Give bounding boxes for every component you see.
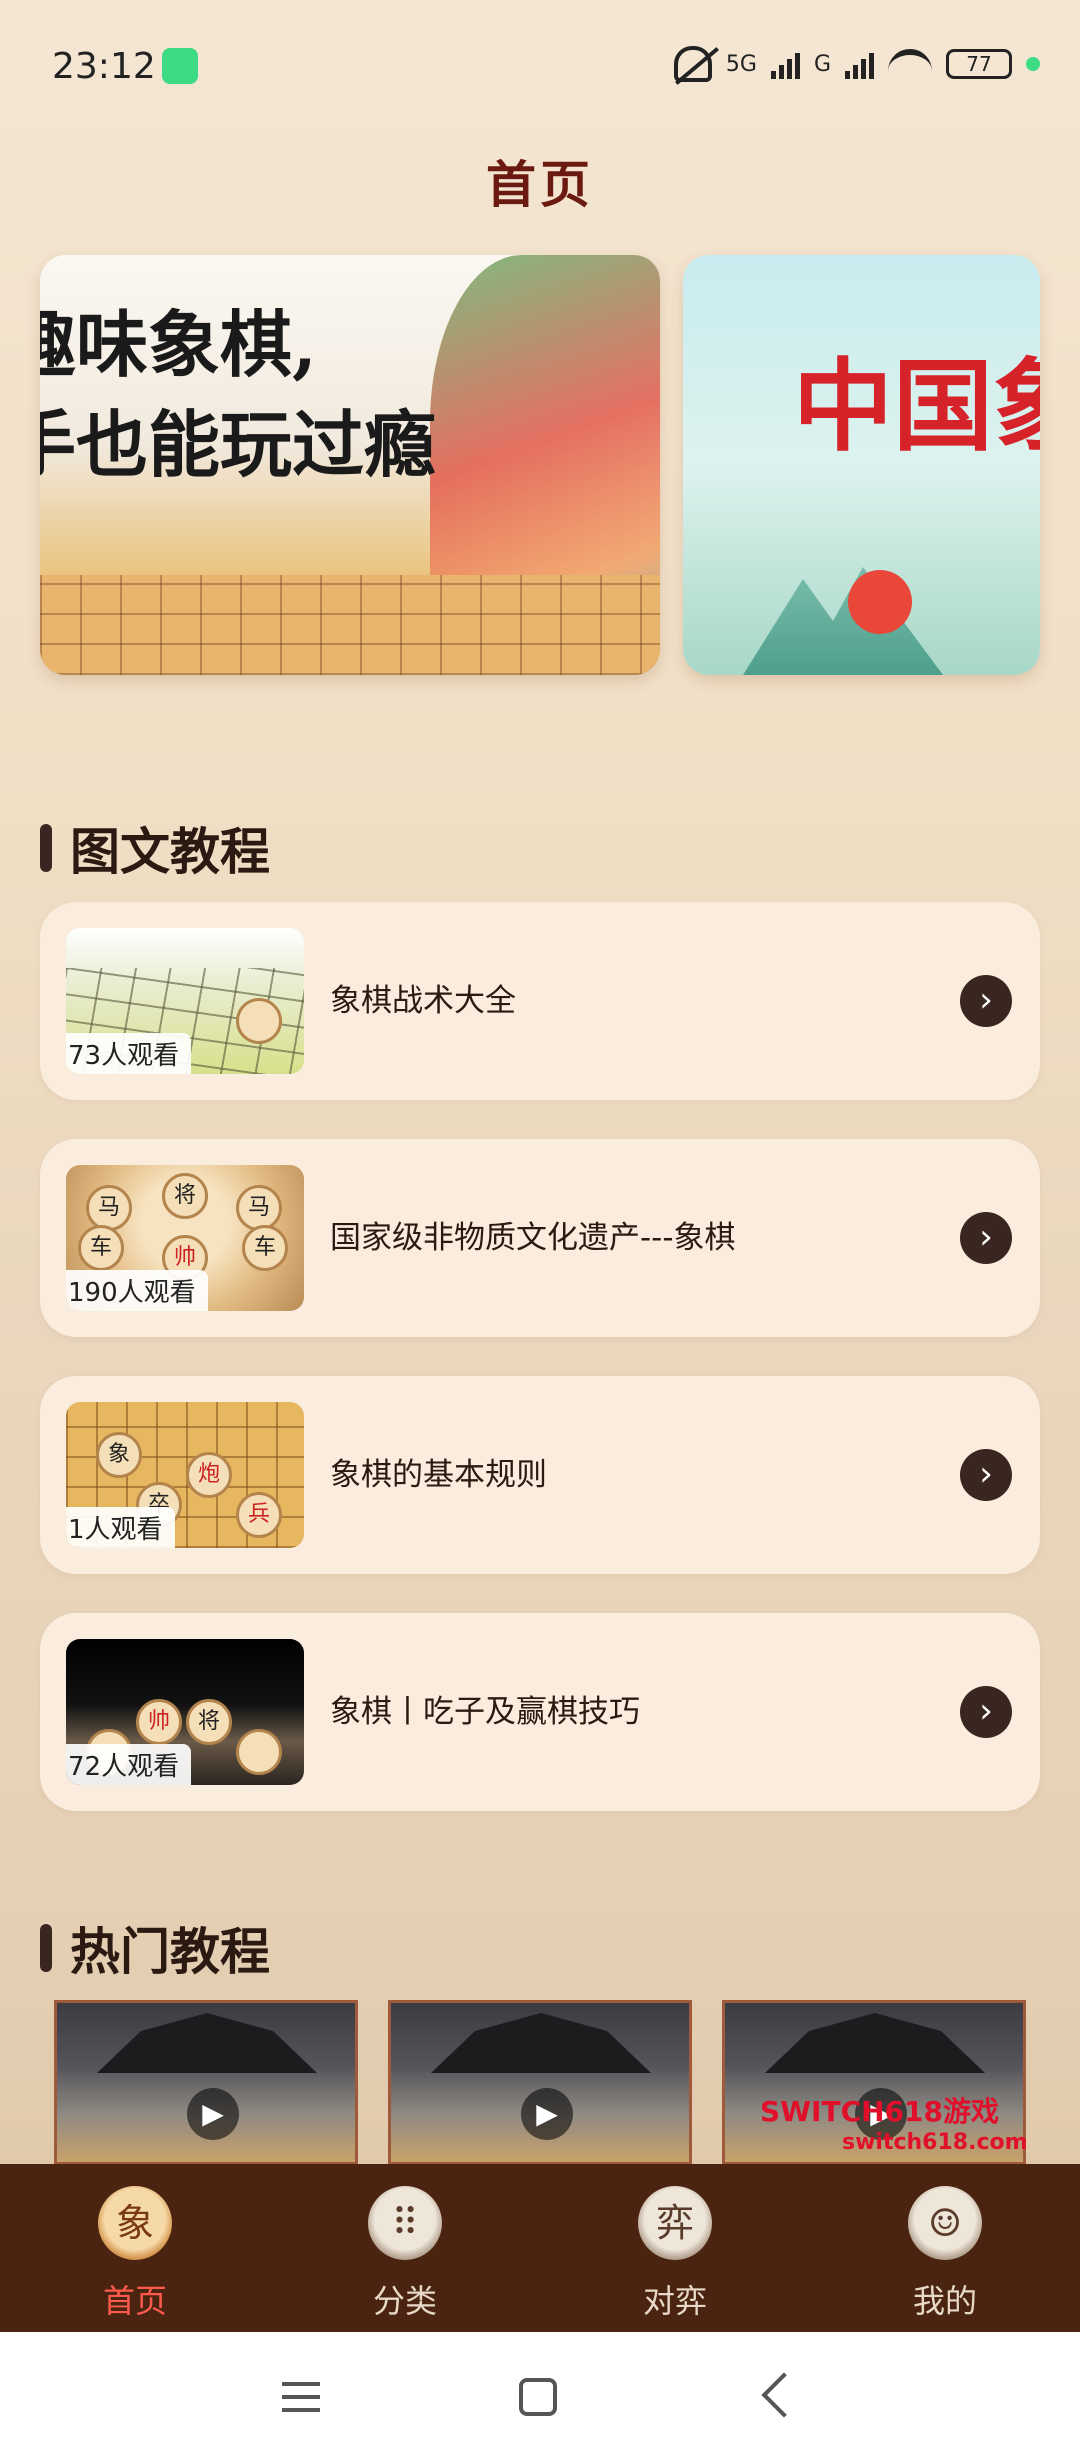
- status-time: 23:12: [52, 46, 156, 87]
- tutorial-card[interactable]: 73人观看 象棋战术大全 ›: [40, 902, 1040, 1100]
- tutorial-thumbnail: 象 炮 卒 兵 1人观看: [66, 1402, 304, 1548]
- home-icon[interactable]: [519, 2378, 557, 2416]
- section-title-hot: 热门教程: [40, 1912, 270, 1984]
- play-icon[interactable]: ▶: [187, 2088, 239, 2140]
- tab-label: 分类: [372, 2282, 437, 2320]
- banner-text: 中国象: [793, 347, 1040, 465]
- tab-category[interactable]: ⠿ 分类: [270, 2164, 540, 2332]
- status-bar: 23:12 5G G 77: [0, 0, 1080, 135]
- view-count: 1人观看: [66, 1507, 175, 1548]
- section-marker: [40, 824, 52, 872]
- tutorial-card[interactable]: 象 炮 卒 兵 1人观看 象棋的基本规则 ›: [40, 1376, 1040, 1574]
- tab-profile[interactable]: ☺ 我的: [810, 2164, 1080, 2332]
- play-icon[interactable]: ▶: [521, 2088, 573, 2140]
- network-5g-label: 5G: [725, 51, 757, 77]
- tutorial-title: 国家级非物质文化遗产---象棋: [330, 1220, 736, 1256]
- tab-label: 首页: [102, 2282, 167, 2320]
- mute-bell-icon: [673, 46, 712, 82]
- banner-slide-1[interactable]: 趣味象棋, 手也能玩过瘾: [40, 255, 660, 675]
- network-g-label: G: [813, 51, 831, 77]
- hot-tutorial-video[interactable]: ▶: [54, 2000, 358, 2165]
- chevron-right-icon[interactable]: ›: [960, 975, 1012, 1027]
- profile-icon: ☺: [908, 2186, 982, 2260]
- signal-icon-2: [845, 49, 874, 79]
- hot-tutorial-video[interactable]: ▶: [388, 2000, 692, 2165]
- tutorial-thumbnail: 马 将 马 车 车 帅 190人观看: [66, 1165, 304, 1311]
- tutorial-card[interactable]: 马 将 马 车 车 帅 190人观看 国家级非物质文化遗产---象棋 ›: [40, 1139, 1040, 1337]
- chevron-right-icon[interactable]: ›: [960, 1212, 1012, 1264]
- tab-label: 我的: [912, 2282, 977, 2320]
- banner-mountain: [743, 567, 943, 675]
- page-title: 首页: [486, 156, 594, 214]
- back-icon[interactable]: [761, 2372, 807, 2418]
- signal-icon: [770, 49, 800, 79]
- banner-sun: [848, 570, 912, 634]
- chevron-right-icon[interactable]: ›: [960, 1449, 1012, 1501]
- versus-icon: 弈: [638, 2186, 712, 2260]
- tutorial-card[interactable]: 帅 将 72人观看 象棋丨吃子及赢棋技巧 ›: [40, 1613, 1040, 1811]
- tutorial-title: 象棋的基本规则: [330, 1457, 547, 1493]
- privacy-dot-icon: [1026, 57, 1040, 71]
- tutorial-title: 象棋丨吃子及赢棋技巧: [330, 1694, 640, 1730]
- bottom-tab-bar: 象 首页 ⠿ 分类 弈 对弈 ☺ 我的: [0, 2164, 1080, 2332]
- tutorial-thumbnail: 帅 将 72人观看: [66, 1639, 304, 1785]
- watermark: SWITCH618游戏 switch618.com: [760, 2095, 1028, 2155]
- tab-versus[interactable]: 弈 对弈: [540, 2164, 810, 2332]
- chevron-right-icon[interactable]: ›: [960, 1686, 1012, 1738]
- section-title-tutorials: 图文教程: [40, 812, 270, 884]
- tab-label: 对弈: [642, 2282, 707, 2320]
- view-count: 72人观看: [66, 1744, 192, 1785]
- view-count: 73人观看: [66, 1033, 192, 1074]
- status-icons: 5G G 77: [673, 46, 1040, 82]
- tutorial-title: 象棋战术大全: [330, 983, 516, 1019]
- section-marker: [40, 1924, 52, 1972]
- tutorial-thumbnail: 73人观看: [66, 928, 304, 1074]
- view-count: 190人观看: [66, 1270, 208, 1311]
- chess-piece-icon: 象: [98, 2186, 172, 2260]
- android-notification-icon: [162, 48, 198, 84]
- banner-text: 趣味象棋, 手也能玩过瘾: [40, 302, 437, 487]
- wifi-icon: [888, 49, 932, 79]
- recent-apps-icon[interactable]: [282, 2382, 320, 2412]
- battery-icon: 77: [946, 49, 1012, 79]
- tab-home[interactable]: 象 首页: [0, 2164, 270, 2332]
- banner-chessboard: [40, 575, 660, 675]
- category-grid-icon: ⠿: [368, 2186, 442, 2260]
- banner-slide-2[interactable]: 中国象: [683, 255, 1040, 675]
- system-nav-bar: [0, 2332, 1080, 2460]
